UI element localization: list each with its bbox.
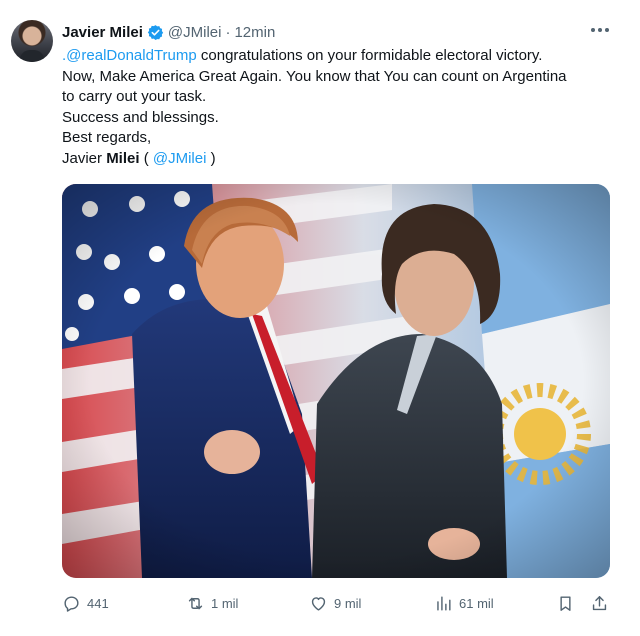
bookmark-button[interactable] [556,590,581,616]
retweet-icon [188,597,203,609]
like-button[interactable]: 9 mil [309,590,361,616]
tweet-line-1: .@realDonaldTrump congratulations on you… [62,46,622,67]
more-options-icon[interactable] [588,18,612,42]
tweet-timestamp[interactable]: 12min [234,24,275,41]
signature-close: ) [206,149,216,167]
bookmark-icon [560,595,571,611]
signature-last: Milei [106,149,140,167]
tweet-line-5: Best regards, [62,129,152,146]
signature-mention-link[interactable]: @JMilei [153,150,207,167]
views-count: 61 mil [459,595,494,611]
photo-illustration [62,184,610,578]
signature-first: Javier [62,149,107,167]
author-avatar[interactable] [11,20,53,62]
retweet-count: 1 mil [211,595,239,611]
tweet-signature: Javier Milei ( @JMilei ) [62,149,622,170]
author-name[interactable]: Javier Milei [62,24,143,41]
tweet-card[interactable]: Javier Milei @JMilei · 12min .@realDonal… [0,0,640,636]
views-button[interactable]: 61 mil [434,590,494,616]
signature-open: ( [139,149,153,167]
tweet-line-3: to carry out your task. [62,88,207,105]
share-icon [592,595,607,610]
retweet-button[interactable]: 1 mil [186,590,238,616]
reply-button[interactable]: 441 [62,590,109,616]
like-icon [311,596,326,611]
tweet-actions: 441 1 mil 9 mil 61 mil [62,590,622,616]
author-handle[interactable]: @JMilei [168,24,222,41]
tweet-line-2: Now, Make America Great Again. You know … [62,67,567,85]
tweet-line-4: Success and blessings. [62,108,219,126]
tweet-header: Javier Milei @JMilei · 12min [62,22,275,42]
views-icon [437,595,451,611]
reply-count: 441 [87,595,109,611]
like-count: 9 mil [334,595,362,611]
verified-badge-icon [147,24,164,40]
tweet-text: .@realDonaldTrump congratulations on you… [62,46,622,169]
mention-link[interactable]: .@realDonaldTrump [62,47,197,64]
reply-icon [64,595,79,612]
share-button[interactable] [590,590,615,616]
header-separator: · [225,23,231,41]
tweet-photo[interactable] [62,184,610,578]
tweet-line-1-text: congratulations on your formidable elect… [196,47,543,64]
